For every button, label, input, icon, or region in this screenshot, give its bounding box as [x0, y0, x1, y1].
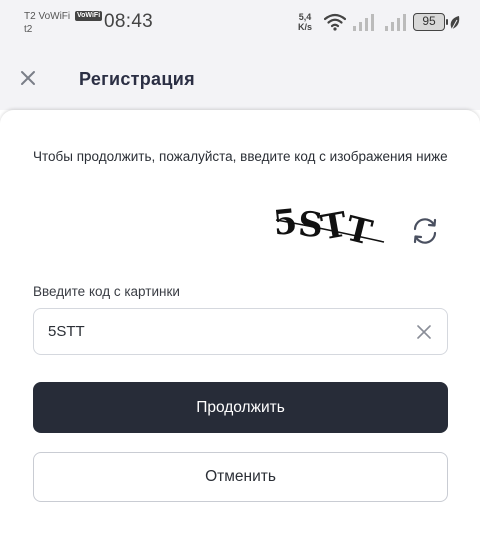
network-speed-unit: K/s [298, 22, 313, 32]
captcha-input-label: Введите код с картинки [33, 284, 180, 299]
carrier-line2: t2 [24, 24, 33, 35]
captcha-input-wrapper [33, 308, 448, 355]
wifi-icon [323, 13, 347, 36]
carrier-name: T2 VoWiFi t2 [24, 10, 70, 36]
refresh-icon [413, 218, 437, 244]
network-speed: 5,4 K/s [298, 12, 312, 32]
battery-icon: 95 [413, 13, 448, 31]
refresh-captcha-button[interactable] [408, 214, 442, 248]
status-clock: 08:43 [104, 11, 154, 32]
vowifi-badge: VoWiFi [75, 11, 103, 21]
svg-text:T: T [342, 209, 376, 254]
signal-icon [352, 12, 376, 37]
captcha-instruction: Чтобы продолжить, пожалуйста, введите ко… [33, 149, 448, 164]
status-bar: T2 VoWiFi t2 VoWiFi 08:43 5,4 K/s 95 [0, 0, 480, 46]
captcha-card: Чтобы продолжить, пожалуйста, введите ко… [0, 110, 480, 559]
network-speed-value: 5,4 [298, 12, 312, 22]
clear-input-button[interactable] [415, 323, 433, 341]
signal-icon [384, 12, 408, 37]
close-button[interactable] [16, 66, 40, 90]
carrier-line1: T2 VoWiFi [24, 11, 71, 22]
app-header: Регистрация [0, 46, 480, 110]
captcha-image: 5 S T T [272, 202, 385, 254]
page-title: Регистрация [79, 69, 195, 89]
clear-icon [417, 325, 431, 339]
captcha-code-input[interactable] [48, 309, 398, 354]
close-icon [21, 71, 35, 85]
leaf-icon [449, 15, 461, 36]
cancel-button[interactable]: Отменить [33, 452, 448, 502]
battery-level: 95 [422, 14, 436, 28]
continue-button[interactable]: Продолжить [33, 382, 448, 433]
